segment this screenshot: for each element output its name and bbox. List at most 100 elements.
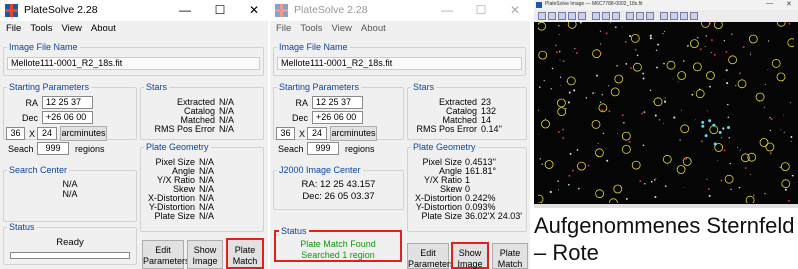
star-dot: [784, 188, 787, 191]
minimize-button[interactable]: —: [175, 2, 195, 18]
catalog-star-circle: [776, 72, 786, 82]
star-dot: [574, 48, 576, 50]
menu-tools[interactable]: Tools: [30, 23, 52, 34]
catalog-star-circle: [566, 76, 576, 86]
detected-star-mark: [770, 118, 773, 120]
star-dot: [664, 185, 667, 187]
menu-about[interactable]: About: [361, 23, 386, 34]
button-line: Show: [458, 248, 482, 258]
catalog-star-circle: [776, 22, 786, 27]
show-image-button[interactable]: Show Image: [451, 242, 489, 269]
catalog-star-circle: [541, 119, 550, 129]
toolbar-icon[interactable]: [538, 12, 546, 20]
toolbar-icon[interactable]: [602, 12, 610, 20]
star-dot: [758, 101, 760, 103]
menu-view[interactable]: View: [62, 23, 82, 34]
height-input[interactable]: 24: [307, 127, 327, 140]
star-dot: [726, 82, 729, 85]
dec-input[interactable]: +26 06 00: [42, 111, 93, 124]
matched-star-mark: [712, 123, 716, 127]
toolbar-icon[interactable]: [626, 12, 634, 20]
plate-match-button[interactable]: Plate Match: [492, 243, 528, 269]
image-file-field[interactable]: Mellote111-0001_R2_18s.fit: [7, 57, 260, 70]
search-input[interactable]: 999: [307, 142, 339, 155]
catalog-star-circle: [771, 59, 781, 68]
geometry-key: Plate Size: [154, 211, 195, 221]
star-dot: [779, 166, 781, 168]
maximize-button[interactable]: ☐: [471, 2, 491, 18]
toolbar-icon[interactable]: [612, 12, 620, 20]
toolbar-icon[interactable]: [646, 12, 654, 20]
catalog-star-circle: [595, 148, 604, 158]
menu-bar: File Tools View About: [270, 23, 530, 37]
detected-star-mark: [562, 128, 564, 131]
menu-file[interactable]: File: [276, 23, 291, 34]
arcminutes-button[interactable]: arcminutes: [330, 126, 377, 141]
minimize-button[interactable]: —: [766, 0, 773, 7]
close-button[interactable]: ✕: [505, 2, 525, 18]
detected-star-mark: [608, 110, 611, 112]
toolbar-icon[interactable]: [680, 12, 688, 20]
detected-star-mark: [605, 32, 608, 35]
menu-tools[interactable]: Tools: [300, 23, 322, 34]
detected-star-mark: [558, 131, 560, 133]
catalog-star-circle: [692, 62, 702, 72]
menu-about[interactable]: About: [91, 23, 116, 34]
image-file-field[interactable]: Mellote111-0001_R2_18s.fit: [277, 57, 522, 70]
search-center-group: Search Center N/A N/A: [3, 165, 137, 222]
close-button[interactable]: ✕: [244, 2, 264, 18]
star-dot: [694, 119, 696, 121]
plate-geometry-group: Plate Geometry Pixel Size N/A Angle N/A Y/…: [140, 142, 264, 232]
ra-input[interactable]: 12 25 37: [312, 96, 363, 109]
toolbar-icon[interactable]: [558, 12, 566, 20]
plate-match-button[interactable]: Plate Match: [226, 238, 264, 269]
catalog-star-circle: [591, 120, 601, 129]
star-dot: [683, 60, 685, 62]
width-input[interactable]: 36: [6, 127, 25, 140]
star-dot: [663, 123, 664, 124]
dec-input[interactable]: +26 06 00: [312, 111, 363, 124]
toolbar-icon[interactable]: [670, 12, 678, 20]
j2000-ra: RA: 12 25 43.157: [301, 179, 376, 190]
group-label: Search Center: [7, 165, 70, 176]
toolbar-icon[interactable]: [568, 12, 576, 20]
dec-label: Dec: [291, 113, 308, 123]
height-input[interactable]: 24: [37, 127, 57, 140]
show-image-button[interactable]: Show Image: [187, 240, 223, 269]
menu-view[interactable]: View: [332, 23, 352, 34]
width-input[interactable]: 36: [276, 127, 295, 140]
toolbar-icon[interactable]: [592, 12, 600, 20]
catalog-star-circle: [538, 50, 548, 60]
detected-star-mark: [699, 48, 702, 51]
catalog-star-circle: [701, 22, 710, 28]
catalog-star-circle: [787, 38, 794, 48]
star-dot: [551, 67, 554, 70]
star-dot: [567, 101, 570, 104]
ra-input[interactable]: 12 25 37: [42, 96, 93, 109]
edit-parameters-button[interactable]: Edit Parameters: [142, 240, 190, 269]
star-dot: [549, 190, 552, 194]
star-dot: [722, 127, 725, 130]
detected-star-mark: [625, 41, 627, 43]
star-dot: [723, 40, 726, 42]
group-label: Stars: [144, 82, 170, 93]
toolbar-icon[interactable]: [548, 12, 556, 20]
search-input[interactable]: 999: [37, 142, 69, 155]
star-dot: [629, 35, 631, 37]
edit-parameters-button[interactable]: Edit Parameters: [407, 243, 455, 269]
arcminutes-button[interactable]: arcminutes: [60, 126, 107, 141]
menu-file[interactable]: File: [6, 23, 21, 34]
minimize-button[interactable]: —: [437, 2, 457, 18]
toolbar-icon[interactable]: [636, 12, 644, 20]
close-button[interactable]: ✕: [786, 0, 792, 8]
star-dot: [657, 43, 660, 46]
toolbar-icon[interactable]: [660, 12, 668, 20]
toolbar-icon[interactable]: [578, 12, 586, 20]
maximize-button[interactable]: ☐: [210, 2, 230, 18]
toolbar-icon[interactable]: [690, 12, 698, 20]
catalog-star-circle: [622, 145, 631, 154]
star-field-image[interactable]: [538, 22, 794, 203]
title-bar: PlateSolve 2.28 — ☐ ✕: [270, 0, 530, 21]
star-dot: [656, 66, 658, 69]
geometry-key: Plate Size: [421, 211, 462, 221]
